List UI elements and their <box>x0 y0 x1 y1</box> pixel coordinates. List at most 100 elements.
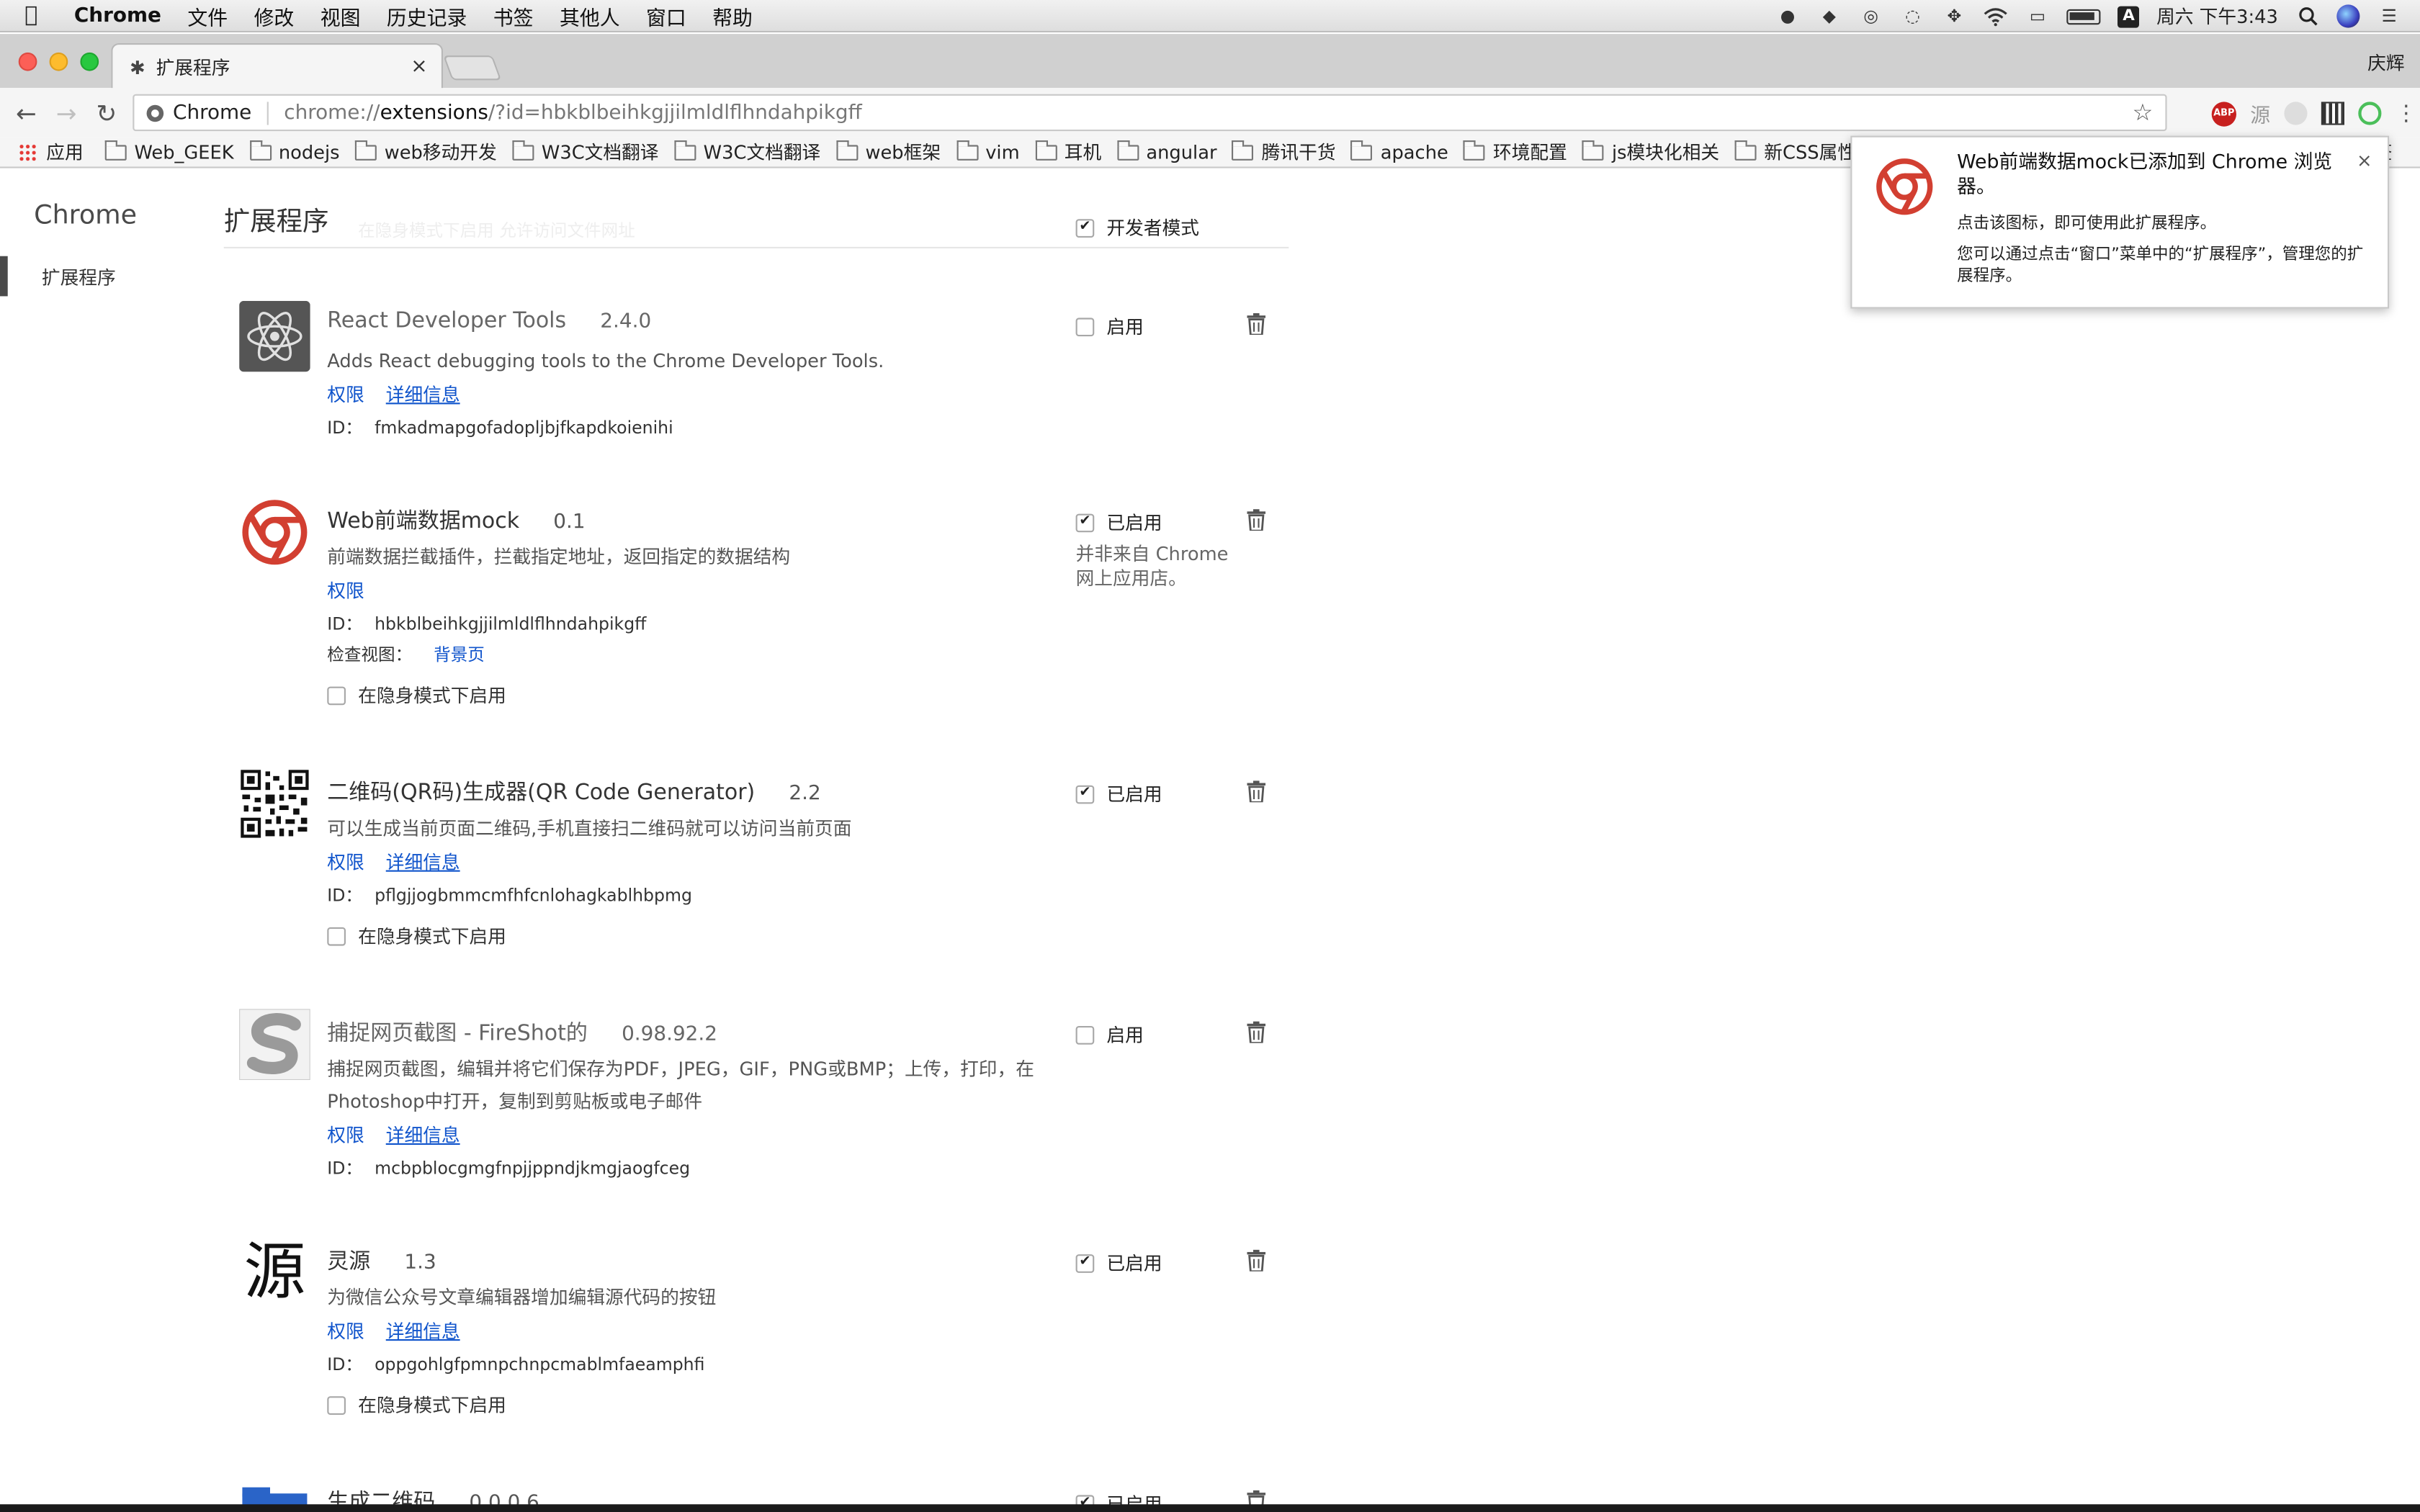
menu-edit[interactable]: 修改 <box>254 1 295 30</box>
notification-center-icon[interactable]: ☰ <box>2377 6 2401 27</box>
menu-view[interactable]: 视图 <box>321 1 361 30</box>
qr-toolbar-icon[interactable] <box>2321 102 2344 125</box>
developer-mode-toggle[interactable]: 开发者模式 <box>1075 215 1199 240</box>
tab-extensions[interactable]: ✱ 扩展程序 × <box>111 43 443 90</box>
input-method-icon[interactable]: A <box>2118 5 2140 27</box>
battery-icon[interactable] <box>2066 8 2101 24</box>
bookmark-folder[interactable]: W3C文档翻译 <box>673 139 821 165</box>
extension-links: 权限 详细信息 <box>327 1318 1068 1349</box>
trash-icon[interactable] <box>1247 509 1266 531</box>
bookmark-folder[interactable]: js模块化相关 <box>1582 139 1719 165</box>
incognito-checkbox[interactable] <box>327 1395 346 1414</box>
enable-toggle[interactable]: 已启用 <box>1075 1250 1162 1276</box>
bookmark-folder[interactable]: 耳机 <box>1035 139 1101 165</box>
extension-title-row: 捕捉网页截图 - FireShot的 0.98.92.2 <box>327 1017 1068 1046</box>
window-zoom-button[interactable] <box>80 52 99 71</box>
menu-window[interactable]: 窗口 <box>646 1 686 30</box>
trash-icon[interactable] <box>1247 313 1266 335</box>
back-arrow-icon[interactable]: ← <box>6 98 47 127</box>
enable-toggle[interactable]: 已启用 <box>1075 780 1162 806</box>
menu-app-chrome[interactable]: Chrome <box>74 4 161 27</box>
close-icon[interactable]: × <box>2357 150 2372 171</box>
fireshot-toolbar-icon[interactable] <box>2284 102 2308 125</box>
enable-toggle[interactable]: 已启用 <box>1075 509 1162 535</box>
apple-icon[interactable]:  <box>24 3 53 27</box>
adblock-plus-icon[interactable]: ABP <box>2211 101 2236 126</box>
enable-toggle[interactable]: 启用 <box>1075 1022 1144 1048</box>
bookmark-folder[interactable]: web移动开发 <box>354 139 497 165</box>
qq-penguin-icon[interactable]: ● <box>1775 6 1800 27</box>
enable-toggle[interactable]: 启用 <box>1075 313 1144 339</box>
bookmark-label: W3C文档翻译 <box>541 142 659 164</box>
folder-icon <box>512 139 534 160</box>
yuan-extension-icon[interactable]: 源 <box>2250 99 2270 128</box>
new-tab-button[interactable] <box>443 55 502 81</box>
menu-help[interactable]: 帮助 <box>712 1 753 30</box>
sidebar-item-extensions[interactable]: 扩展程序 <box>0 256 185 297</box>
enable-checkbox[interactable] <box>1075 317 1095 336</box>
developer-mode-checkbox[interactable] <box>1075 218 1095 237</box>
enable-checkbox[interactable] <box>1075 513 1095 532</box>
menu-history[interactable]: 历史记录 <box>387 1 467 30</box>
details-link[interactable]: 详细信息 <box>386 381 460 412</box>
creative-cloud-icon[interactable]: ◎ <box>1859 6 1883 27</box>
sidebar-item-label: 扩展程序 <box>41 266 116 288</box>
incognito-toggle[interactable]: 在隐身模式下启用 <box>327 1392 1068 1418</box>
bookmark-folder[interactable]: 环境配置 <box>1464 139 1567 165</box>
permissions-link[interactable]: 权限 <box>327 1122 364 1153</box>
menu-bookmarks[interactable]: 书签 <box>493 1 534 30</box>
forward-arrow-icon[interactable]: → <box>46 98 86 127</box>
menu-file[interactable]: 文件 <box>187 1 228 30</box>
background-page-link[interactable]: 背景页 <box>434 640 485 671</box>
bookmark-folder[interactable]: angular <box>1116 139 1217 163</box>
bookmark-folder[interactable]: vim <box>956 139 1020 163</box>
spotlight-search-icon[interactable] <box>2295 6 2319 27</box>
menu-people[interactable]: 其他人 <box>560 1 620 30</box>
permissions-link[interactable]: 权限 <box>327 381 364 412</box>
trash-icon[interactable] <box>1247 1021 1266 1043</box>
wifi-icon[interactable] <box>1984 6 2008 27</box>
bookmark-folder[interactable]: W3C文档翻译 <box>512 139 659 165</box>
enable-checkbox[interactable] <box>1075 1254 1095 1272</box>
trash-icon[interactable] <box>1247 780 1266 803</box>
profile-button[interactable]: 庆辉 <box>2367 50 2404 76</box>
bookmark-apps[interactable]: 应用 <box>46 139 83 165</box>
folder-icon <box>104 139 127 160</box>
details-link[interactable]: 详细信息 <box>386 849 460 880</box>
siri-icon[interactable] <box>2336 4 2360 28</box>
chrome-red-icon <box>1873 156 1935 217</box>
reload-icon[interactable]: ↻ <box>86 98 127 127</box>
bookmark-label: W3C文档翻译 <box>703 142 821 164</box>
window-close-button[interactable] <box>18 52 37 71</box>
sync-icon[interactable]: ◌ <box>1900 6 1924 27</box>
shield-icon[interactable]: ◆ <box>1817 6 1842 27</box>
mock-extension-toolbar-icon[interactable] <box>2358 102 2382 125</box>
permissions-link[interactable]: 权限 <box>327 849 364 880</box>
incognito-toggle[interactable]: 在隐身模式下启用 <box>327 682 1068 708</box>
enable-checkbox[interactable] <box>1075 1025 1095 1044</box>
bookmark-folder[interactable]: web框架 <box>835 139 941 165</box>
airplay-icon[interactable]: ▭ <box>2025 6 2050 27</box>
bookmark-folder[interactable]: Web_GEEK <box>104 139 234 163</box>
trash-icon[interactable] <box>1247 1249 1266 1272</box>
permissions-link[interactable]: 权限 <box>327 577 364 608</box>
bookmark-folder[interactable]: nodejs <box>249 139 340 163</box>
details-link[interactable]: 详细信息 <box>386 1122 460 1153</box>
bookmark-folder[interactable]: 腾讯干货 <box>1232 139 1336 165</box>
window-minimize-button[interactable] <box>49 52 68 71</box>
details-link[interactable]: 详细信息 <box>386 1318 460 1349</box>
omnibox[interactable]: Chrome chrome://extensions/?id=hbkblbeih… <box>133 94 2167 132</box>
chrome-menu-icon[interactable]: ⋮ <box>2396 101 2417 125</box>
incognito-toggle[interactable]: 在隐身模式下启用 <box>327 922 1068 948</box>
bookmark-star-icon[interactable]: ☆ <box>2132 99 2153 127</box>
move-icon[interactable]: ✥ <box>1942 6 1966 27</box>
extension-links: 权限 详细信息 <box>327 849 1068 880</box>
incognito-checkbox[interactable] <box>327 685 346 705</box>
enable-checkbox[interactable] <box>1075 784 1095 804</box>
folder-icon <box>956 139 978 160</box>
incognito-checkbox[interactable] <box>327 926 346 945</box>
tab-close-icon[interactable]: × <box>411 55 427 78</box>
bookmark-folder[interactable]: apache <box>1351 139 1448 163</box>
permissions-link[interactable]: 权限 <box>327 1318 364 1349</box>
menubar-clock[interactable]: 周六 下午3:43 <box>2156 3 2278 29</box>
